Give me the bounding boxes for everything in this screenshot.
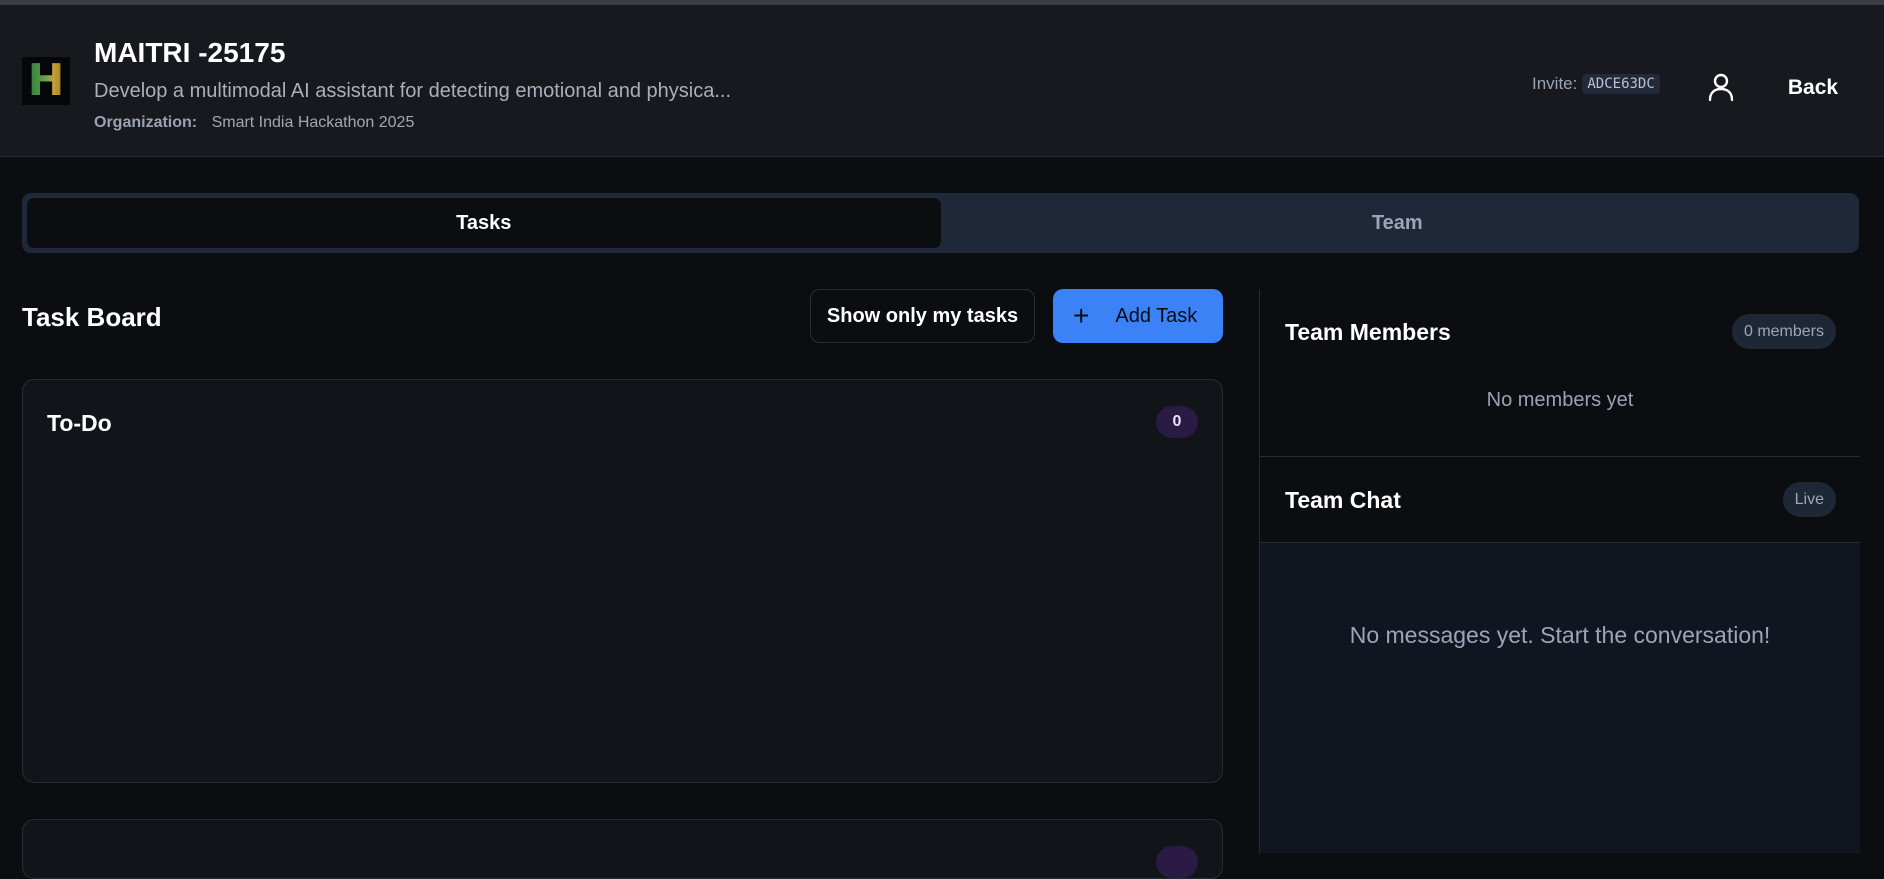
- team-members-title: Team Members: [1285, 319, 1451, 345]
- invite-code[interactable]: ADCE63DC: [1582, 74, 1660, 94]
- project-description: Develop a multimodal AI assistant for de…: [94, 80, 732, 102]
- members-count-badge: 0 members: [1731, 314, 1836, 349]
- members-empty-text: No members yet: [1486, 389, 1634, 411]
- next-column: [22, 819, 1223, 879]
- column-title: To-Do: [47, 410, 112, 436]
- chat-empty-text: No messages yet. Start the conversation!: [1349, 622, 1771, 648]
- tab-team[interactable]: Team: [941, 198, 1855, 248]
- plus-icon: +: [1073, 300, 1090, 331]
- invite-label: Invite:: [1532, 74, 1578, 93]
- tab-tasks[interactable]: Tasks: [27, 198, 941, 248]
- team-chat-title: Team Chat: [1285, 487, 1401, 513]
- column-count-badge: 0: [1156, 406, 1198, 438]
- logo-letter: H: [27, 55, 65, 106]
- chat-messages-area[interactable]: No messages yet. Start the conversation!: [1260, 543, 1860, 853]
- add-task-label: Add Task: [1115, 304, 1198, 327]
- organization-label: Organization:: [94, 114, 198, 131]
- column-count-badge: [1156, 846, 1198, 878]
- view-tabs: Tasks Team: [22, 193, 1859, 253]
- project-title: MAITRI -25175: [94, 37, 286, 68]
- section-divider: [1260, 456, 1860, 457]
- live-badge: Live: [1782, 482, 1836, 517]
- organization-line: Organization: Smart India Hackathon 2025: [94, 114, 414, 132]
- add-task-button[interactable]: + Add Task: [1053, 289, 1223, 343]
- organization-value: Smart India Hackathon 2025: [211, 114, 415, 131]
- task-board-title: Task Board: [22, 302, 162, 332]
- team-panel: Team Members 0 members No members yet Te…: [1259, 289, 1860, 853]
- project-logo: H: [22, 57, 70, 105]
- todo-column: To-Do 0: [22, 379, 1223, 783]
- profile-button[interactable]: [1704, 70, 1738, 104]
- user-icon: [1708, 73, 1734, 102]
- show-my-tasks-button[interactable]: Show only my tasks: [810, 289, 1035, 343]
- invite-info: Invite: ADCE63DC: [1532, 74, 1660, 94]
- project-header: H MAITRI -25175 Develop a multimodal AI …: [0, 5, 1884, 157]
- back-button[interactable]: Back: [1770, 71, 1856, 105]
